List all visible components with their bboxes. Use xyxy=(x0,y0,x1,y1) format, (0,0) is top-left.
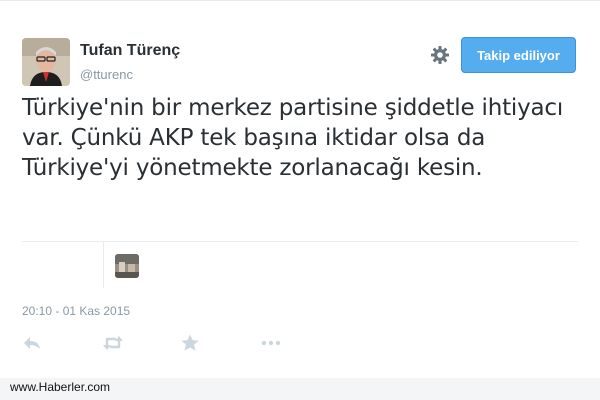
watermark: www.Haberler.com xyxy=(10,380,111,394)
media-thumbnail[interactable] xyxy=(115,254,139,278)
tweet-text: Türkiye'nin bir merkez partisine şiddetl… xyxy=(22,95,564,181)
more-icon[interactable] xyxy=(260,333,282,353)
tweet-timestamp[interactable]: 20:10 - 01 Kas 2015 xyxy=(22,304,130,318)
retweet-icon[interactable] xyxy=(102,333,124,353)
tweet-card: Tufan Türenç @tturenc Takip ediliyor Tür… xyxy=(0,0,600,378)
tweet-actions xyxy=(22,333,302,353)
avatar[interactable] xyxy=(22,38,70,86)
user-name[interactable]: Tufan Türenç xyxy=(80,42,180,60)
following-button[interactable]: Takip ediliyor xyxy=(461,37,576,73)
media-divider xyxy=(103,242,104,288)
media-row xyxy=(22,241,578,288)
user-handle[interactable]: @tturenc xyxy=(80,67,133,82)
reply-icon[interactable] xyxy=(22,333,44,353)
star-icon[interactable] xyxy=(180,333,202,353)
gear-icon[interactable] xyxy=(430,45,450,65)
